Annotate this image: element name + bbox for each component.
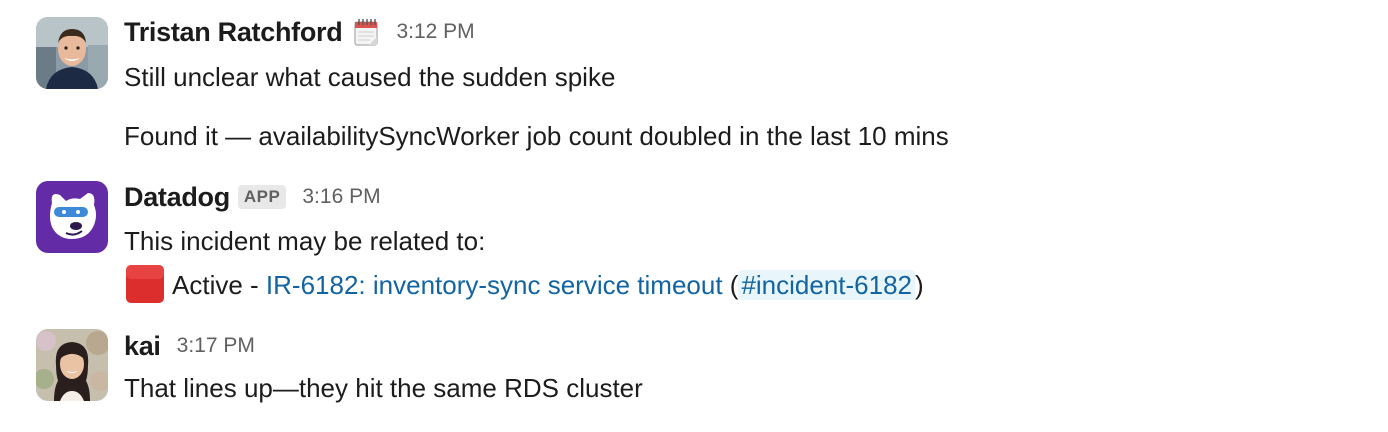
- red-square-icon: [124, 263, 166, 305]
- spiral-calendar-icon[interactable]: [352, 17, 380, 47]
- timestamp[interactable]: 3:16 PM: [302, 185, 380, 209]
- incident-line: Active - IR-6182: inventory-sync service…: [124, 265, 924, 305]
- author-name[interactable]: kai: [124, 331, 161, 362]
- app-badge: APP: [237, 185, 287, 209]
- open-paren: (: [722, 270, 739, 300]
- user-avatar-icon: [36, 17, 108, 89]
- channel-link[interactable]: #incident-6182: [738, 270, 916, 300]
- avatar[interactable]: [36, 181, 108, 253]
- message-text: Found it — availabilitySyncWorker job co…: [124, 121, 949, 151]
- incident-link[interactable]: IR-6182: inventory-sync service timeout: [266, 270, 723, 300]
- message-header: kai 3:17 PM: [124, 330, 255, 362]
- incident-status: Active -: [172, 270, 266, 300]
- timestamp[interactable]: 3:17 PM: [177, 334, 255, 358]
- message-header: Datadog APP 3:16 PM: [124, 181, 381, 213]
- author-name[interactable]: Tristan Ratchford: [124, 17, 343, 48]
- message-header: Tristan Ratchford 3:12 PM: [124, 16, 475, 48]
- timestamp[interactable]: 3:12 PM: [396, 20, 474, 44]
- user-avatar-icon: [36, 329, 108, 401]
- avatar[interactable]: [36, 329, 108, 401]
- message-text: That lines up—they hit the same RDS clus…: [124, 373, 643, 403]
- message-text: Still unclear what caused the sudden spi…: [124, 62, 616, 92]
- avatar[interactable]: [36, 17, 108, 89]
- message-text: This incident may be related to:: [124, 226, 486, 256]
- datadog-logo-icon: [36, 181, 108, 253]
- author-name[interactable]: Datadog: [124, 182, 230, 213]
- close-paren: ): [915, 270, 924, 300]
- message-feed: Tristan Ratchford 3:12 PM Still unclear …: [0, 0, 1388, 432]
